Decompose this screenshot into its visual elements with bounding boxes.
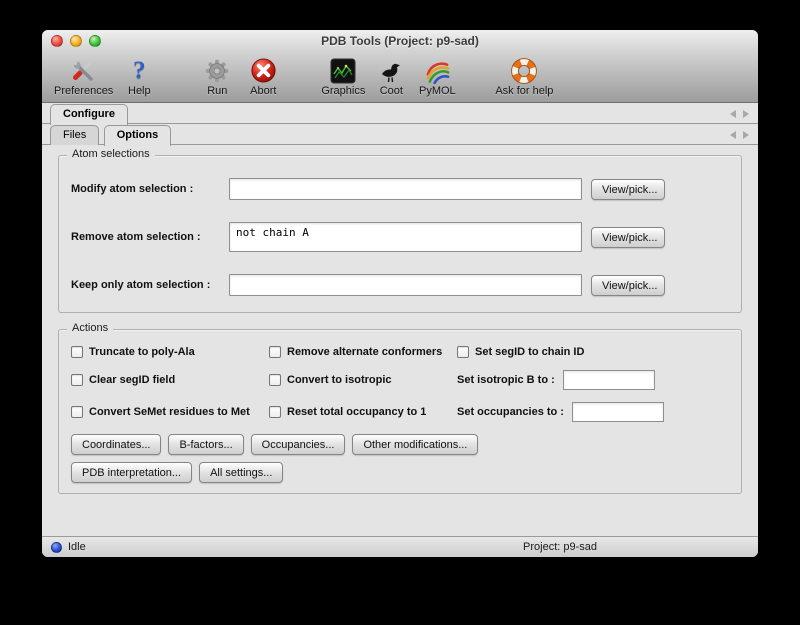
other-modifications-button[interactable]: Other modifications...: [352, 434, 478, 455]
coot-label: Coot: [380, 85, 403, 97]
tab-configure[interactable]: Configure: [50, 104, 128, 125]
keep-selection-input[interactable]: [229, 274, 582, 296]
help-label: Help: [128, 85, 151, 97]
keep-selection-row: Keep only atom selection : View/pick...: [71, 274, 729, 296]
reset-occupancy-option[interactable]: Reset total occupancy to 1: [269, 406, 457, 418]
graphics-label: Graphics: [321, 85, 365, 97]
tools-icon: [71, 56, 97, 85]
preferences-label: Preferences: [54, 85, 113, 97]
abort-x-icon: [250, 56, 277, 85]
gear-icon: [204, 56, 230, 85]
convert-isotropic-checkbox[interactable]: [269, 374, 281, 386]
toolbar: Preferences Help: [42, 52, 758, 103]
remove-selection-input[interactable]: not chain A: [229, 222, 582, 252]
set-isotropic-b-label: Set isotropic B to :: [457, 374, 555, 386]
keep-view-pick-button[interactable]: View/pick...: [591, 275, 665, 296]
titlebar: PDB Tools (Project: p9-sad): [42, 30, 758, 52]
remove-alt-conformers-checkbox[interactable]: [269, 346, 281, 358]
pymol-label: PyMOL: [419, 85, 456, 97]
set-segid-chainid-label: Set segID to chain ID: [475, 346, 584, 358]
abort-label: Abort: [250, 85, 276, 97]
set-occupancies-field: Set occupancies to :: [457, 402, 729, 422]
clear-segid-option[interactable]: Clear segID field: [71, 374, 269, 386]
abort-button[interactable]: Abort: [243, 56, 283, 97]
convert-semet-option[interactable]: Convert SeMet residues to Met: [71, 406, 269, 418]
actions-legend: Actions: [67, 322, 113, 334]
set-segid-chainid-option[interactable]: Set segID to chain ID: [457, 346, 729, 358]
set-occupancies-label: Set occupancies to :: [457, 406, 564, 418]
subtab-scroll-left-icon[interactable]: [730, 131, 736, 139]
lifebuoy-icon: [510, 56, 538, 85]
modify-view-pick-button[interactable]: View/pick...: [591, 179, 665, 200]
pdb-interpretation-button[interactable]: PDB interpretation...: [71, 462, 192, 483]
set-occupancies-input[interactable]: [572, 402, 664, 422]
truncate-poly-ala-option[interactable]: Truncate to poly-Ala: [71, 346, 269, 358]
actions-grid: Truncate to poly-Ala Remove alternate co…: [71, 346, 729, 422]
truncate-poly-ala-label: Truncate to poly-Ala: [89, 346, 195, 358]
ribbon-icon: [424, 56, 451, 85]
atom-selections-group: Atom selections Modify atom selection : …: [58, 155, 742, 313]
coot-button[interactable]: Coot: [371, 56, 411, 97]
question-mark-icon: [133, 56, 146, 85]
run-button[interactable]: Run: [197, 56, 237, 97]
convert-semet-label: Convert SeMet residues to Met: [89, 406, 250, 418]
tab-options[interactable]: Options: [104, 125, 172, 146]
status-text: Idle: [68, 541, 86, 553]
statusbar: Idle Project: p9-sad: [42, 536, 758, 557]
clear-segid-label: Clear segID field: [89, 374, 175, 386]
b-factors-button[interactable]: B-factors...: [168, 434, 243, 455]
subtab-row: Files Options: [42, 124, 758, 145]
tab-files[interactable]: Files: [50, 125, 99, 145]
configure-tab-row: Configure: [42, 103, 758, 124]
pymol-button[interactable]: PyMOL: [417, 56, 457, 97]
modify-selection-input[interactable]: [229, 178, 582, 200]
coordinates-button[interactable]: Coordinates...: [71, 434, 161, 455]
app-window: PDB Tools (Project: p9-sad) Preferences …: [42, 30, 758, 557]
actions-group: Actions Truncate to poly-Ala Remove alte…: [58, 329, 742, 494]
remove-alt-conformers-label: Remove alternate conformers: [287, 346, 442, 358]
set-isotropic-b-field: Set isotropic B to :: [457, 370, 729, 390]
ask-for-help-label: Ask for help: [495, 85, 553, 97]
preferences-button[interactable]: Preferences: [54, 56, 113, 97]
window-title: PDB Tools (Project: p9-sad): [42, 30, 758, 52]
run-label: Run: [207, 85, 227, 97]
subtab-scroll-right-icon[interactable]: [743, 131, 749, 139]
convert-isotropic-option[interactable]: Convert to isotropic: [269, 374, 457, 386]
remove-selection-label: Remove atom selection :: [71, 231, 229, 243]
actions-buttons-row-1: Coordinates... B-factors... Occupancies.…: [71, 434, 729, 455]
convert-semet-checkbox[interactable]: [71, 406, 83, 418]
set-isotropic-b-input[interactable]: [563, 370, 655, 390]
status-indicator-icon: [51, 542, 62, 553]
modify-selection-row: Modify atom selection : View/pick...: [71, 178, 729, 200]
ask-for-help-button[interactable]: Ask for help: [495, 56, 553, 97]
bird-icon: [377, 56, 405, 85]
tab-scroll-left-icon[interactable]: [730, 110, 736, 118]
set-segid-chainid-checkbox[interactable]: [457, 346, 469, 358]
remove-view-pick-button[interactable]: View/pick...: [591, 227, 665, 248]
convert-isotropic-label: Convert to isotropic: [287, 374, 392, 386]
occupancies-button[interactable]: Occupancies...: [251, 434, 346, 455]
keep-selection-label: Keep only atom selection :: [71, 279, 229, 291]
modify-selection-label: Modify atom selection :: [71, 183, 229, 195]
all-settings-button[interactable]: All settings...: [199, 462, 283, 483]
reset-occupancy-label: Reset total occupancy to 1: [287, 406, 426, 418]
project-label: Project: p9-sad: [523, 541, 597, 553]
truncate-poly-ala-checkbox[interactable]: [71, 346, 83, 358]
density-map-icon: [330, 56, 356, 85]
tab-scroll-right-icon[interactable]: [743, 110, 749, 118]
remove-alt-conformers-option[interactable]: Remove alternate conformers: [269, 346, 457, 358]
graphics-button[interactable]: Graphics: [321, 56, 365, 97]
atom-selections-legend: Atom selections: [67, 148, 155, 160]
help-button[interactable]: Help: [119, 56, 159, 97]
remove-selection-row: Remove atom selection : not chain A View…: [71, 222, 729, 252]
main-content: Configure Files Options Atom selections …: [42, 103, 758, 536]
actions-buttons-row-2: PDB interpretation... All settings...: [71, 462, 729, 483]
clear-segid-checkbox[interactable]: [71, 374, 83, 386]
reset-occupancy-checkbox[interactable]: [269, 406, 281, 418]
